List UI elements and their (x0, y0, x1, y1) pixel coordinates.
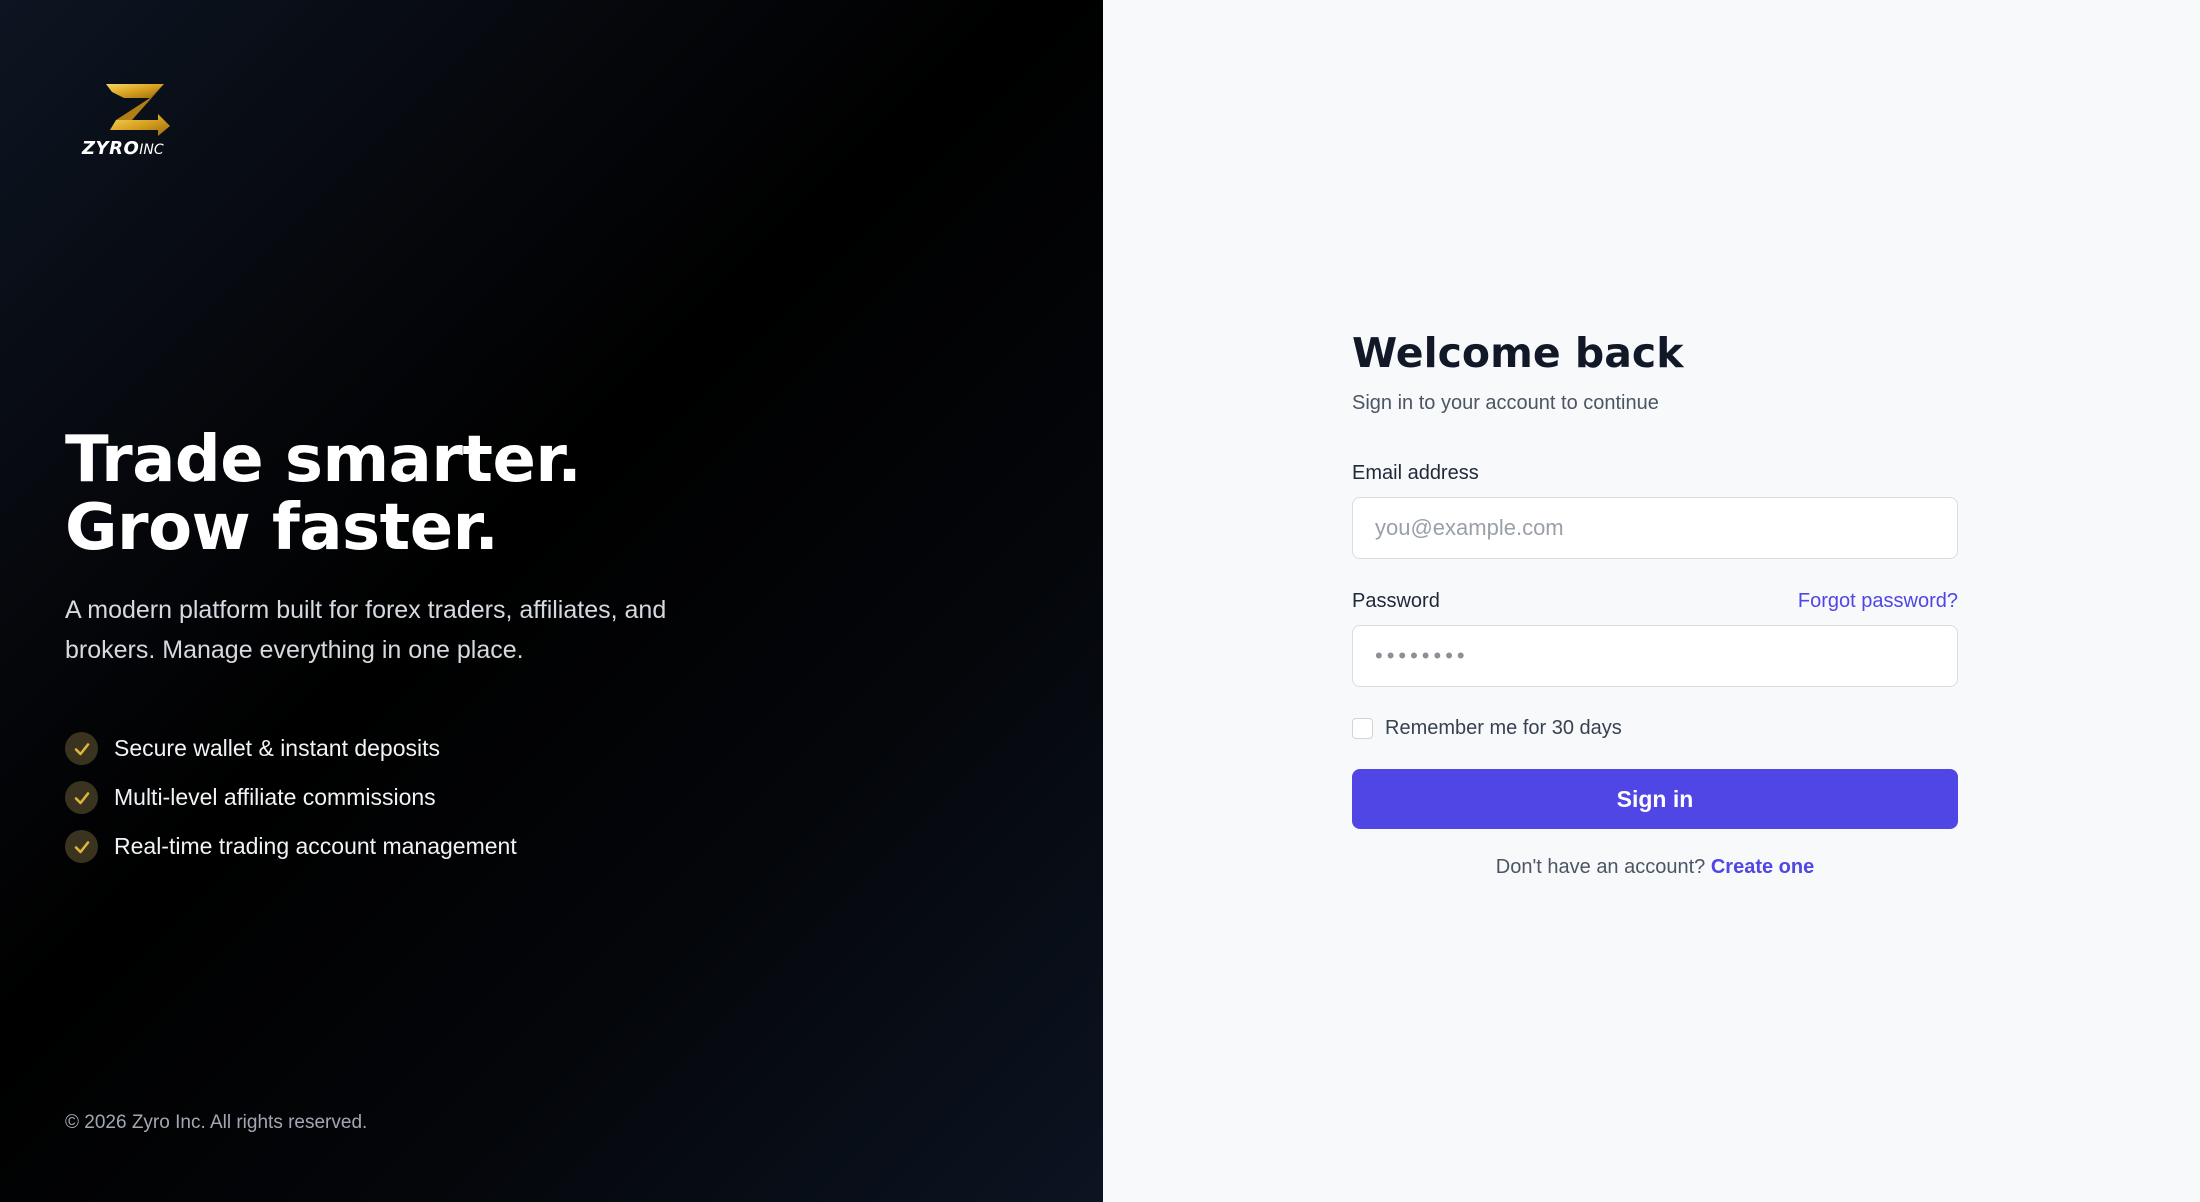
feature-list: Secure wallet & instant deposits Multi-l… (65, 724, 517, 871)
brand-logo: ZYROINC (82, 82, 192, 159)
brand-name: ZYRO (82, 138, 140, 159)
email-field-group: Email address (1352, 459, 1958, 559)
feature-item: Secure wallet & instant deposits (65, 724, 517, 773)
page-subtitle: Sign in to your account to continue (1352, 392, 1659, 414)
hero-tagline: A modern platform built for forex trader… (65, 596, 667, 664)
page-title: Welcome back (1352, 329, 1684, 377)
password-input[interactable] (1352, 625, 1958, 687)
signup-prompt-text: Don't have an account? (1495, 856, 1706, 878)
password-field-group: Password Forgot password? (1352, 587, 1958, 687)
zyro-z-logo-icon (106, 84, 170, 136)
sign-in-button[interactable]: Sign in (1352, 769, 1958, 829)
email-label-row: Email address (1352, 459, 1958, 487)
headline-line-2: Grow faster. (65, 491, 499, 565)
feature-text: Secure wallet & instant deposits (114, 735, 441, 761)
email-input[interactable] (1352, 497, 1958, 559)
signup-prompt: Don't have an account? Create one (1352, 856, 1958, 879)
signin-panel: Welcome back Sign in to your account to … (1103, 0, 2200, 1202)
hero-panel: ZYROINC Trade smarter. Grow faster. A mo… (0, 0, 1103, 1202)
create-account-link[interactable]: Create one (1711, 856, 1814, 878)
brand-suffix: INC (139, 142, 164, 158)
remember-me-checkbox[interactable] (1352, 717, 1373, 739)
feature-item: Multi-level affiliate commissions (65, 773, 517, 822)
headline-line-1: Trade smarter. (65, 423, 582, 497)
password-label-row: Password Forgot password? (1352, 587, 1958, 615)
forgot-password-link[interactable]: Forgot password? (1798, 590, 1958, 613)
signin-form: Welcome back Sign in to your account to … (1352, 326, 1958, 879)
brand-wordmark: ZYROINC (82, 138, 192, 159)
remember-me-row: Remember me for 30 days (1352, 713, 1958, 743)
check-icon (65, 830, 98, 863)
feature-item: Real-time trading account management (65, 822, 517, 871)
check-icon (65, 781, 98, 814)
copyright-text: © 2026 Zyro Inc. All rights reserved. (65, 1112, 368, 1133)
password-label: Password (1352, 589, 1440, 612)
check-icon (65, 732, 98, 765)
remember-me-label[interactable]: Remember me for 30 days (1385, 717, 1622, 740)
hero-headline: Trade smarter. Grow faster. (65, 423, 582, 565)
feature-text: Real-time trading account management (114, 833, 517, 859)
email-label: Email address (1352, 461, 1479, 484)
feature-text: Multi-level affiliate commissions (114, 784, 436, 810)
